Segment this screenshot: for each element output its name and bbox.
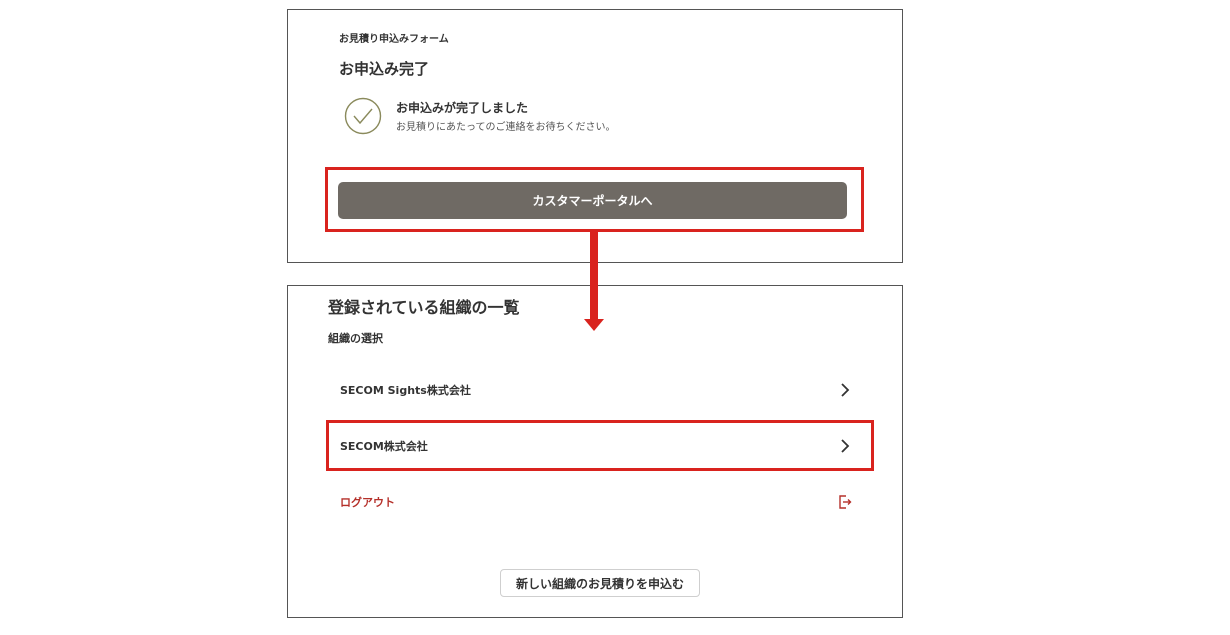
highlight-box-secom-row [326, 420, 874, 471]
logout-icon [838, 494, 852, 510]
completion-message-body: お見積りにあたってのご連絡をお待ちください。 [396, 122, 616, 133]
organization-name: SECOM Sights株式会社 [340, 384, 471, 397]
highlight-box-portal-button [325, 167, 864, 232]
check-circle-icon [344, 97, 382, 135]
form-title: お申込み完了 [339, 60, 430, 78]
logout-item[interactable]: ログアウト [328, 482, 864, 522]
organization-select-label: 組織の選択 [328, 332, 383, 345]
organization-list-title: 登録されている組織の一覧 [328, 298, 520, 317]
logout-label: ログアウト [340, 496, 395, 509]
new-organization-quote-button[interactable]: 新しい組織のお見積りを申込む [500, 569, 700, 597]
organization-item-secom-sights[interactable]: SECOM Sights株式会社 [328, 370, 864, 410]
flow-arrow-head-icon [584, 319, 604, 331]
completion-message-title: お申込みが完了しました [396, 101, 529, 115]
flow-arrow-shaft [590, 232, 598, 320]
form-subtitle: お見積り申込みフォーム [339, 34, 449, 45]
chevron-right-icon [838, 382, 852, 398]
